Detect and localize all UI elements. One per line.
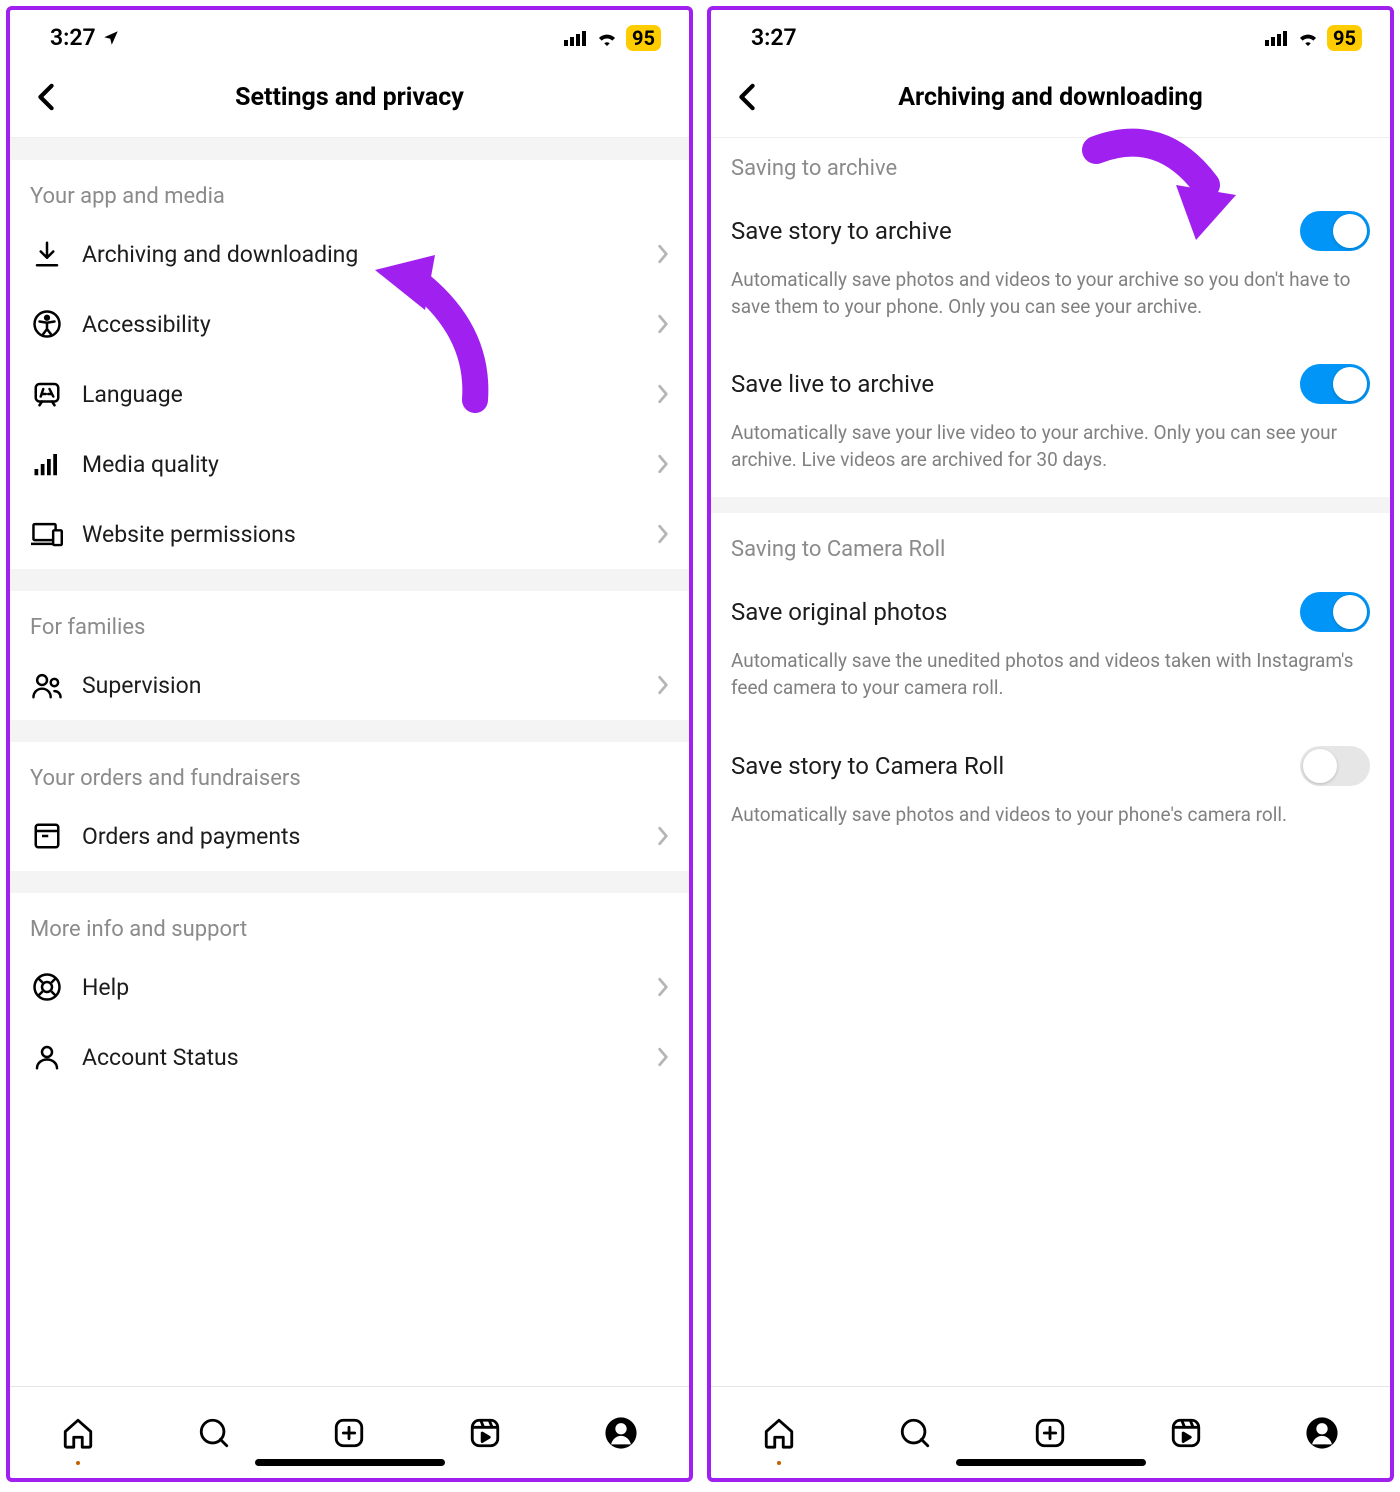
download-icon <box>30 237 64 271</box>
back-button[interactable] <box>727 77 767 117</box>
tab-create[interactable] <box>1028 1411 1072 1455</box>
section-header-more-info: More info and support <box>10 893 689 952</box>
battery-badge: 95 <box>626 25 661 51</box>
section-header-orders: Your orders and fundraisers <box>10 742 689 801</box>
wifi-icon <box>596 30 618 46</box>
accessibility-icon <box>30 307 64 341</box>
notification-dot <box>76 1461 80 1465</box>
tab-create[interactable] <box>327 1411 371 1455</box>
battery-badge: 95 <box>1327 25 1362 51</box>
row-archiving[interactable]: Archiving and downloading <box>10 219 689 289</box>
row-label: Account Status <box>82 1044 657 1071</box>
toggle-row-story-archive: Save story to archive <box>711 191 1390 261</box>
page-title: Archiving and downloading <box>711 83 1390 112</box>
signal-bars-icon <box>30 447 64 481</box>
row-account-status[interactable]: Account Status <box>10 1022 689 1092</box>
row-language[interactable]: Language <box>10 359 689 429</box>
row-label: Supervision <box>82 672 657 699</box>
toggle-row-story-camera-roll: Save story to Camera Roll <box>711 726 1390 796</box>
toggle-row-original-photos: Save original photos <box>711 572 1390 642</box>
row-label: Website permissions <box>82 521 657 548</box>
section-header-camera-roll: Saving to Camera Roll <box>711 513 1390 572</box>
status-bar: 3:27 95 <box>711 10 1390 61</box>
back-button[interactable] <box>26 77 66 117</box>
section-gap <box>10 569 689 591</box>
toggle-story-archive[interactable] <box>1300 211 1370 251</box>
location-icon <box>102 29 120 47</box>
status-time: 3:27 <box>751 24 797 51</box>
row-media-quality[interactable]: Media quality <box>10 429 689 499</box>
row-label: Accessibility <box>82 311 657 338</box>
row-website-permissions[interactable]: Website permissions <box>10 499 689 569</box>
home-indicator[interactable] <box>956 1459 1146 1466</box>
chevron-right-icon <box>657 454 669 474</box>
toggle-label: Save story to archive <box>731 217 952 245</box>
home-indicator[interactable] <box>255 1459 445 1466</box>
row-supervision[interactable]: Supervision <box>10 650 689 720</box>
chevron-right-icon <box>657 977 669 997</box>
notification-dot <box>777 1461 781 1465</box>
row-label: Archiving and downloading <box>82 241 657 268</box>
section-header-app-media: Your app and media <box>10 160 689 219</box>
chevron-right-icon <box>657 314 669 334</box>
toggle-live-archive[interactable] <box>1300 364 1370 404</box>
toggle-original-photos[interactable] <box>1300 592 1370 632</box>
wifi-icon <box>1297 30 1319 46</box>
tab-home[interactable] <box>56 1411 100 1455</box>
toggle-story-camera-roll[interactable] <box>1300 746 1370 786</box>
phone-right: 3:27 95 Archiving and downloading Saving… <box>707 6 1394 1482</box>
row-label: Help <box>82 974 657 1001</box>
row-label: Language <box>82 381 657 408</box>
toggle-label: Save original photos <box>731 598 947 626</box>
language-icon <box>30 377 64 411</box>
tab-profile[interactable] <box>1300 1411 1344 1455</box>
status-time: 3:27 <box>50 24 96 51</box>
tab-profile[interactable] <box>599 1411 643 1455</box>
toggle-label: Save story to Camera Roll <box>731 752 1004 780</box>
row-orders-payments[interactable]: Orders and payments <box>10 801 689 871</box>
chevron-right-icon <box>657 244 669 264</box>
page-header: Settings and privacy <box>10 61 689 138</box>
tab-home[interactable] <box>757 1411 801 1455</box>
toggle-desc: Automatically save photos and videos to … <box>711 261 1390 344</box>
section-gap <box>711 497 1390 513</box>
people-icon <box>30 668 64 702</box>
page-title: Settings and privacy <box>10 83 689 112</box>
row-help[interactable]: Help <box>10 952 689 1022</box>
toggle-row-live-archive: Save live to archive <box>711 344 1390 414</box>
section-gap <box>10 720 689 742</box>
page-header: Archiving and downloading <box>711 61 1390 138</box>
tab-search[interactable] <box>893 1411 937 1455</box>
toggle-desc: Automatically save your live video to yo… <box>711 414 1390 497</box>
chevron-right-icon <box>657 1047 669 1067</box>
devices-icon <box>30 517 64 551</box>
toggle-desc: Automatically save the unedited photos a… <box>711 642 1390 725</box>
section-header-archive: Saving to archive <box>711 138 1390 191</box>
chevron-right-icon <box>657 826 669 846</box>
chevron-right-icon <box>657 524 669 544</box>
phone-left: 3:27 95 Settings and privacy Your app an… <box>6 6 693 1482</box>
tab-reels[interactable] <box>463 1411 507 1455</box>
row-accessibility[interactable]: Accessibility <box>10 289 689 359</box>
section-gap <box>10 138 689 160</box>
row-label: Media quality <box>82 451 657 478</box>
person-icon <box>30 1040 64 1074</box>
tab-reels[interactable] <box>1164 1411 1208 1455</box>
lifebuoy-icon <box>30 970 64 1004</box>
section-header-families: For families <box>10 591 689 650</box>
cellular-icon <box>564 30 588 46</box>
row-label: Orders and payments <box>82 823 657 850</box>
box-icon <box>30 819 64 853</box>
status-bar: 3:27 95 <box>10 10 689 61</box>
tab-search[interactable] <box>192 1411 236 1455</box>
cellular-icon <box>1265 30 1289 46</box>
section-gap <box>10 871 689 893</box>
toggle-label: Save live to archive <box>731 370 934 398</box>
toggle-desc: Automatically save photos and videos to … <box>711 796 1390 853</box>
chevron-right-icon <box>657 675 669 695</box>
chevron-right-icon <box>657 384 669 404</box>
